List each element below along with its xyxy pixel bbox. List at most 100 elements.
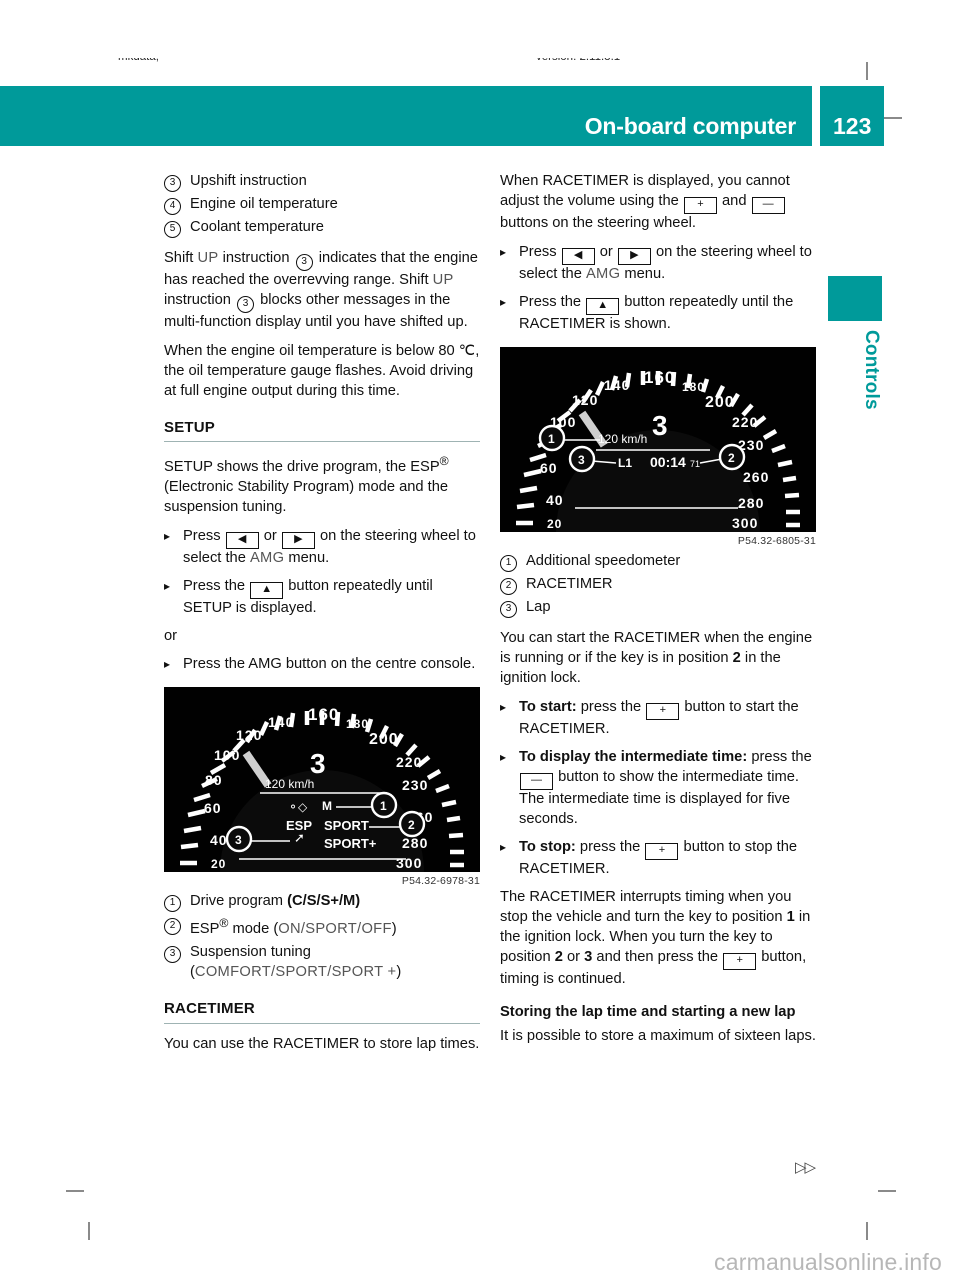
svg-text:140: 140: [268, 714, 294, 730]
svg-text:2: 2: [408, 818, 415, 832]
svg-text:M: M: [322, 799, 332, 813]
key-right-arrow-icon[interactable]: ▶: [617, 247, 651, 265]
key-up-arrow-icon[interactable]: ▲: [250, 582, 284, 600]
callout-number: 4: [164, 198, 181, 215]
term-amg: AMG: [585, 265, 621, 282]
step-text: Press the AMG button on the centre conso…: [183, 656, 476, 673]
key-left-arrow-icon[interactable]: ◀: [225, 532, 259, 550]
step-arrow-icon: ▸: [500, 700, 507, 715]
legend-label: Additional speedometer: [526, 553, 681, 570]
legend-item: 2 ESP® mode (ON/SPORT/OFF): [164, 915, 480, 940]
note-text: and: [722, 192, 747, 209]
step-label: To display the intermediate time:: [519, 749, 748, 766]
print-metadata-left: mkdata,: [118, 58, 159, 63]
step-arrow-icon: ▸: [500, 244, 507, 259]
note-text: buttons on the steering wheel.: [500, 214, 696, 231]
ignition-position: 2: [554, 949, 563, 966]
note-text: or: [566, 949, 581, 966]
step-arrow-icon: ▸: [500, 750, 507, 765]
header-band: On-board computer: [0, 86, 812, 146]
svg-text:300: 300: [396, 855, 422, 871]
step-text: Press: [519, 243, 557, 260]
svg-text:300: 300: [732, 515, 758, 531]
legend-setup: 1 Drive program (C/S/S+/M) 2 ESP® mode (…: [164, 892, 480, 983]
step-text: press the: [751, 749, 812, 766]
legend-item: 1 Drive program (C/S/S+/M): [164, 892, 480, 913]
legend-top: 3 Upshift instruction 4 Engine oil tempe…: [164, 172, 480, 238]
key-plus-icon[interactable]: +: [645, 843, 679, 861]
legend-item: 1 Additional speedometer: [500, 552, 816, 573]
legend-item: 3 Suspension tuning (COMFORT/SPORT/SPORT…: [164, 943, 480, 983]
key-up-arrow-icon[interactable]: ▲: [586, 297, 620, 315]
figure-setup-gauge: 40 60 80 100 120 140 160 180 200 220 230…: [164, 687, 480, 888]
legend-value: COMFORT/SPORT/SPORT +: [194, 964, 397, 981]
step-text: Press: [183, 528, 221, 545]
svg-text:40: 40: [210, 832, 228, 848]
figure-caption: P54.32-6978-31: [401, 875, 480, 888]
page-number-tab: 123: [820, 86, 884, 146]
svg-text:200: 200: [369, 731, 399, 748]
svg-text:280: 280: [402, 835, 428, 851]
print-metadata-right: version: 2.11.8.1: [536, 58, 620, 63]
paragraph-volume-note: When RACETIMER is displayed, you cannot …: [500, 172, 816, 234]
step-to-start: ▸ To start: press the + button to start …: [500, 698, 816, 740]
legend-item: 3 Upshift instruction: [164, 172, 480, 192]
key-minus-icon[interactable]: —: [751, 196, 785, 214]
step-text: Press the: [519, 293, 582, 310]
svg-text:280: 280: [738, 495, 764, 511]
svg-text:200: 200: [705, 394, 735, 411]
key-minus-icon[interactable]: —: [520, 773, 553, 791]
svg-text:180: 180: [682, 380, 705, 394]
note-text: When RACETIMER is displayed, you cannot …: [500, 173, 790, 209]
key-left-arrow-icon[interactable]: ◀: [561, 247, 595, 265]
svg-text:120: 120: [572, 392, 598, 408]
term-amg: AMG: [249, 550, 285, 567]
svg-text:SPORT+: SPORT+: [324, 836, 377, 851]
legend-item: 3 Lap: [500, 598, 816, 619]
paragraph-racetimer-intro: You can use the RACETIMER to store lap t…: [164, 1035, 480, 1052]
callout-number: 3: [237, 295, 255, 313]
svg-text:40: 40: [546, 492, 564, 508]
step-arrow-icon: ▸: [164, 657, 171, 672]
svg-text:➚: ➚: [294, 830, 305, 845]
section-tab-block: [828, 276, 882, 321]
svg-text:160: 160: [644, 368, 675, 387]
legend-value: (C/S/S+/M): [287, 893, 361, 910]
gauge-lap-sub: 71: [690, 459, 700, 469]
ignition-position: 1: [786, 909, 795, 926]
key-plus-icon[interactable]: +: [646, 703, 680, 721]
legend-label: Coolant temperature: [190, 219, 324, 235]
svg-text:120: 120: [236, 727, 262, 743]
page-number: 123: [833, 113, 872, 139]
legend-label: RACETIMER: [526, 576, 613, 593]
left-column: 3 Upshift instruction 4 Engine oil tempe…: [164, 172, 480, 1064]
term-shift-up: UP: [197, 250, 219, 266]
callout-number: 5: [164, 221, 181, 238]
key-plus-icon[interactable]: +: [683, 196, 717, 214]
legend-racetimer: 1 Additional speedometer 2 RACETIMER 3 L…: [500, 552, 816, 619]
svg-text:230: 230: [402, 777, 428, 793]
crop-mark-bottom-left: [66, 1190, 84, 1192]
svg-text:80: 80: [205, 772, 223, 788]
step-arrow-icon: ▸: [164, 529, 171, 544]
svg-text:SPORT: SPORT: [324, 818, 369, 833]
key-right-arrow-icon[interactable]: ▶: [281, 532, 315, 550]
paragraph-interrupt-note: The RACETIMER interrupts timing when you…: [500, 888, 816, 990]
callout-number: 2: [500, 578, 517, 596]
gauge-lap-time: 00:14: [650, 454, 686, 470]
svg-text:60: 60: [204, 800, 222, 816]
print-metadata-line: mkdata, version: 2.11.8.1: [118, 58, 900, 72]
callout-number: 3: [500, 601, 517, 619]
alternative-or: or: [164, 628, 178, 645]
heading-storing-lap-time: Storing the lap time and starting a new …: [500, 1004, 796, 1021]
paragraph-oil-temperature: When the engine oil temperature is below…: [164, 342, 480, 399]
step-press-up-until-racetimer: ▸ Press the ▲ button repeatedly until th…: [500, 293, 816, 335]
callout-number: 3: [164, 946, 181, 964]
step-press-amg-console: ▸ Press the AMG button on the centre con…: [164, 655, 480, 675]
key-plus-icon[interactable]: +: [723, 953, 757, 971]
svg-text:160: 160: [308, 705, 339, 724]
step-arrow-icon: ▸: [164, 579, 171, 594]
svg-text:100: 100: [214, 747, 240, 763]
legend-label: Drive program: [190, 893, 288, 910]
callout-number: 2: [164, 918, 181, 936]
